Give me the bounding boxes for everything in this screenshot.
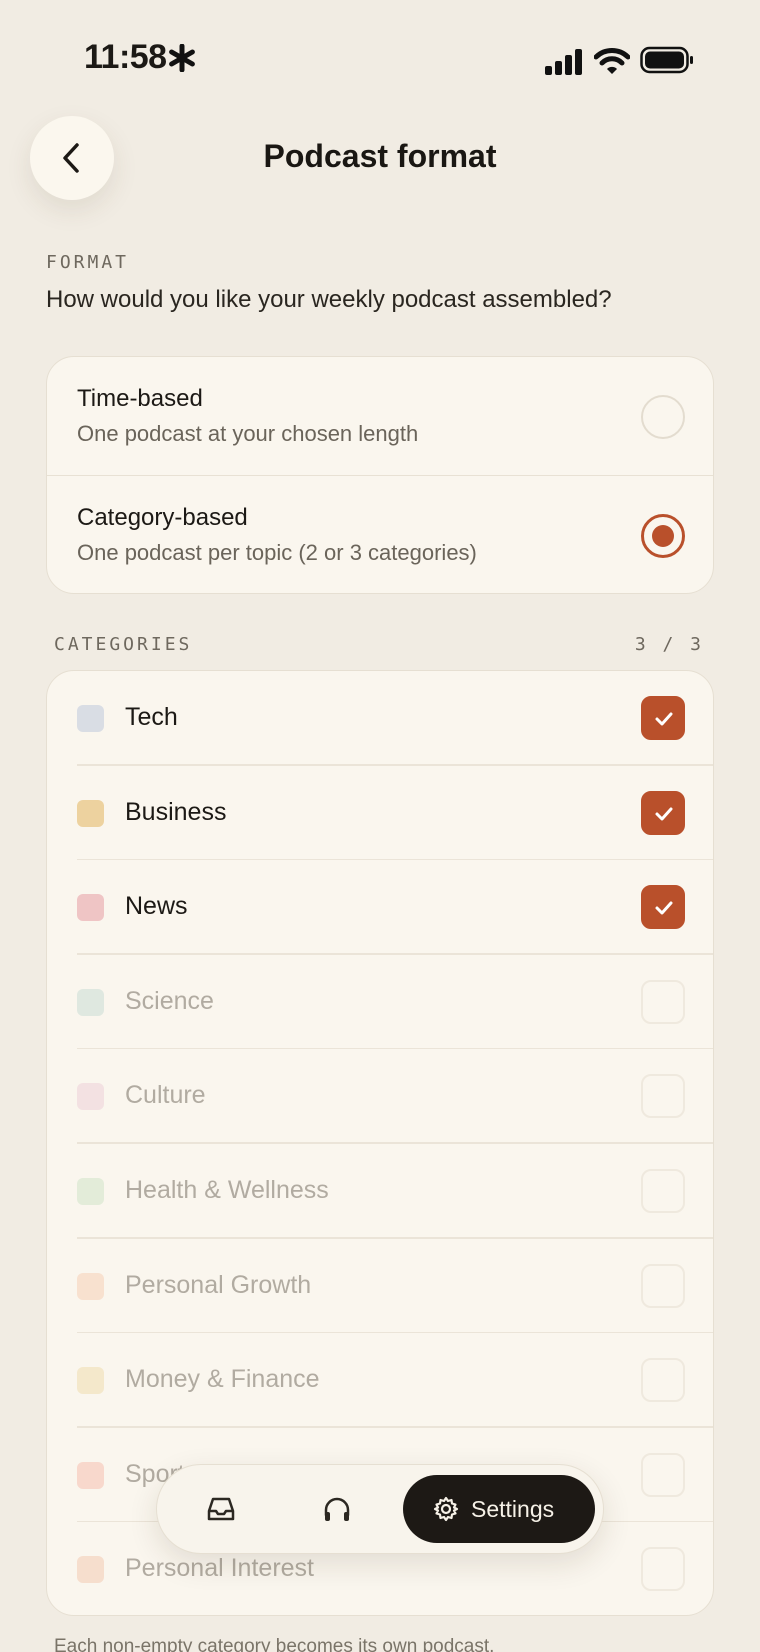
category-label: Business (125, 797, 227, 826)
category-label: Health & Wellness (125, 1175, 329, 1204)
category-row[interactable]: Money & Finance (47, 1333, 713, 1428)
format-section-label: FORMAT (46, 252, 130, 273)
category-label: Personal Interest (125, 1554, 314, 1583)
format-option-subtitle: One podcast at your chosen length (77, 421, 419, 446)
category-row[interactable]: Business (47, 766, 713, 861)
category-checkbox[interactable] (641, 1358, 685, 1403)
category-color-swatch (77, 705, 104, 732)
format-option-time-based[interactable]: Time-based One podcast at your chosen le… (47, 357, 713, 475)
category-color-swatch (77, 988, 104, 1016)
category-checkbox[interactable] (641, 790, 685, 835)
format-option-subtitle: One podcast per topic (2 or 3 categories… (77, 540, 477, 565)
category-row[interactable]: Health & Wellness (47, 1144, 713, 1239)
category-row[interactable]: Personal Growth (47, 1239, 713, 1334)
format-options-card: Time-based One podcast at your chosen le… (46, 356, 714, 594)
format-option-category-based[interactable]: Category-based One podcast per topic (2 … (47, 475, 713, 593)
tab-settings-label: Settings (471, 1495, 555, 1522)
category-label: Culture (125, 1081, 206, 1110)
category-row[interactable]: Culture (47, 1049, 713, 1144)
category-label: Money & Finance (125, 1365, 320, 1394)
battery-icon (640, 46, 693, 74)
cellular-signal-icon (545, 49, 582, 75)
page-title: Podcast format (263, 138, 497, 174)
checkmark-icon (655, 807, 673, 821)
category-checkbox[interactable] (641, 1452, 685, 1497)
asterisk-icon (169, 44, 195, 72)
category-color-swatch (77, 799, 104, 827)
category-color-swatch (77, 894, 104, 922)
category-checkbox[interactable] (641, 1168, 685, 1213)
category-color-swatch (77, 1556, 104, 1584)
category-checkbox[interactable] (641, 885, 685, 930)
wifi-icon (594, 48, 630, 74)
status-bar: 11:58 (0, 0, 760, 124)
tab-bar: Settings (156, 1464, 604, 1554)
format-option-title: Time-based (77, 385, 203, 412)
tab-settings[interactable]: Settings (403, 1475, 595, 1543)
format-question: How would you like your weekly podcast a… (46, 286, 612, 313)
gear-icon (433, 1496, 459, 1522)
category-checkbox[interactable] (641, 979, 685, 1024)
category-color-swatch (77, 1177, 104, 1205)
radio-time-based[interactable] (641, 395, 685, 439)
status-time: 11:58 (84, 38, 167, 76)
category-color-swatch (77, 1367, 104, 1395)
tab-inbox[interactable] (201, 1489, 241, 1529)
category-label: Personal Growth (125, 1270, 312, 1299)
category-checkbox[interactable] (641, 1547, 685, 1592)
inbox-icon (207, 1497, 235, 1521)
category-color-swatch (77, 1272, 104, 1300)
category-label: Science (125, 986, 214, 1015)
categories-section-label: CATEGORIES (54, 634, 193, 655)
category-color-swatch (77, 1461, 104, 1489)
categories-count: 3 / 3 (634, 634, 704, 655)
format-option-title: Category-based (77, 504, 248, 531)
category-row[interactable]: News (47, 860, 713, 955)
checkmark-icon (655, 712, 673, 726)
category-checkbox[interactable] (641, 1263, 685, 1308)
radio-category-based[interactable] (641, 514, 685, 558)
category-checkbox[interactable] (641, 1074, 685, 1119)
category-color-swatch (77, 1083, 104, 1111)
category-checkbox[interactable] (641, 696, 685, 740)
headphones-icon (324, 1497, 350, 1521)
checkmark-icon (655, 901, 673, 915)
category-row[interactable]: Science (47, 955, 713, 1050)
tab-listen[interactable] (317, 1489, 357, 1529)
category-label: Tech (125, 703, 178, 731)
category-row[interactable]: Tech (47, 671, 713, 766)
footer-note: Each non-empty category becomes its own … (54, 1636, 495, 1652)
category-label: News (125, 892, 188, 921)
